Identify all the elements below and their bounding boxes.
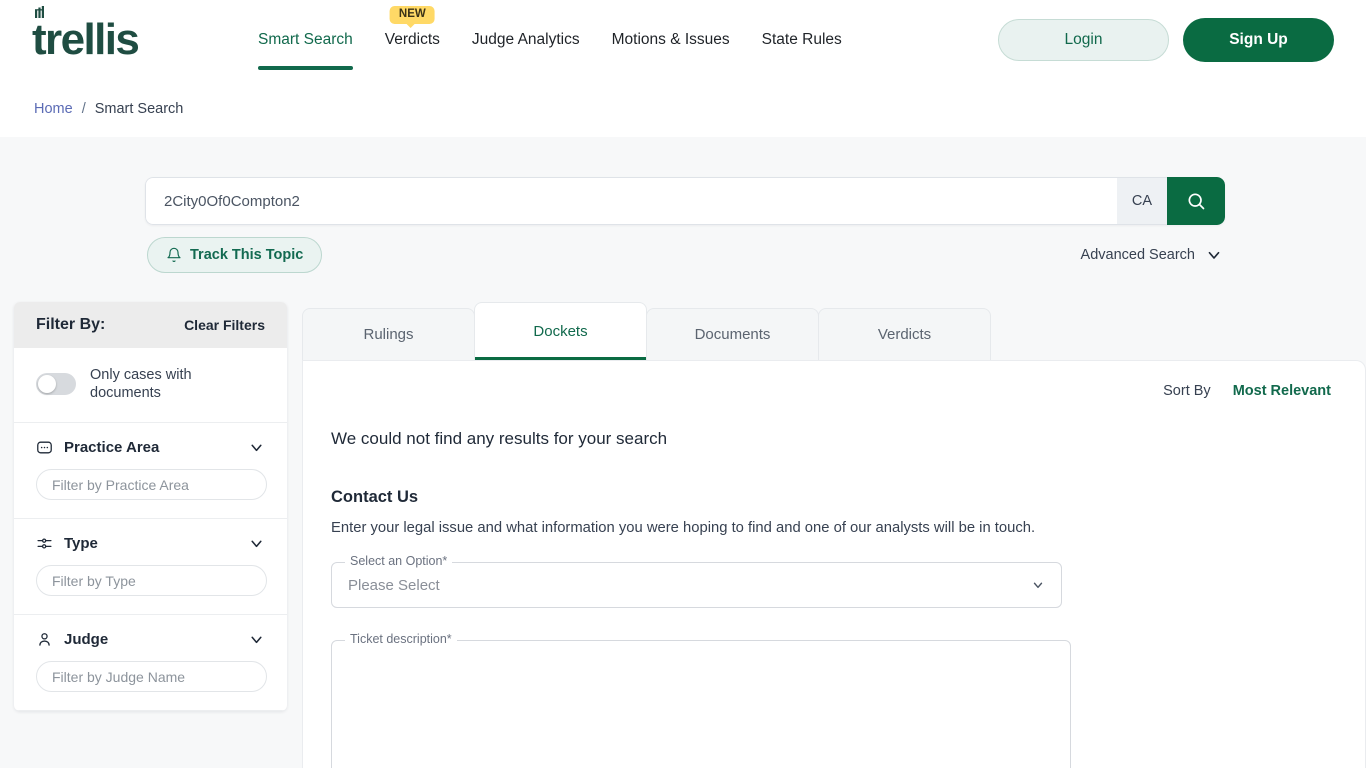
tab-rulings[interactable]: Rulings <box>302 308 475 360</box>
results-panel: Sort By Most Relevant We could not find … <box>302 360 1366 768</box>
header-actions: Login Sign Up <box>998 17 1334 62</box>
nav-label: State Rules <box>761 30 842 48</box>
breadcrumb-home[interactable]: Home <box>34 101 73 117</box>
signup-button[interactable]: Sign Up <box>1183 17 1334 62</box>
tab-dockets[interactable]: Dockets <box>474 302 647 360</box>
filter-judge-input[interactable] <box>36 661 267 693</box>
track-topic-label: Track This Topic <box>190 247 304 263</box>
filter-section-name: Judge <box>64 631 109 649</box>
tab-label: Rulings <box>363 326 414 343</box>
chevron-down-icon <box>248 439 265 456</box>
filters-title: Filter By: <box>36 316 106 333</box>
main-navigation: Smart Search NEW Verdicts Judge Analytic… <box>242 0 858 80</box>
filters-sidebar: Filter By: Clear Filters Only cases with… <box>14 302 287 712</box>
clear-filters-button[interactable]: Clear Filters <box>184 317 265 333</box>
nav-item-state-rules[interactable]: State Rules <box>746 0 858 80</box>
search-bar: CA <box>145 177 1225 225</box>
only-cases-with-documents-row: Only cases with documents <box>14 348 287 424</box>
ticket-description-input[interactable] <box>331 640 1071 768</box>
new-badge: NEW <box>389 5 435 29</box>
advanced-search-label: Advanced Search <box>1080 247 1195 263</box>
nav-label: Smart Search <box>258 30 353 48</box>
filter-section-judge-header[interactable]: Judge <box>36 631 265 648</box>
filter-section-practice-area-header[interactable]: Practice Area <box>36 439 265 456</box>
select-option-field: Select an Option* Please Select <box>331 554 1337 608</box>
contact-us-description: Enter your legal issue and what informat… <box>331 520 1036 536</box>
filter-section-type-header[interactable]: Type <box>36 535 265 552</box>
chevron-down-icon <box>1031 578 1045 592</box>
search-button[interactable] <box>1167 177 1225 225</box>
filters-header: Filter By: Clear Filters <box>14 302 287 348</box>
login-button[interactable]: Login <box>998 18 1169 61</box>
ticket-description-field: Ticket description* <box>331 632 1337 768</box>
body-area: Rulings Dockets Documents Verdicts Sort … <box>0 302 1366 768</box>
chevron-down-icon <box>248 535 265 552</box>
nav-item-smart-search[interactable]: Smart Search <box>242 0 369 80</box>
chat-dots-icon <box>36 439 53 456</box>
filter-practice-area-input[interactable] <box>36 469 267 501</box>
filter-section-practice-area: Practice Area <box>14 423 287 520</box>
logo-text: trellis <box>32 5 140 62</box>
filter-section-name: Practice Area <box>64 439 160 457</box>
logo[interactable]: trellis <box>32 5 242 62</box>
select-option-value: Please Select <box>348 576 440 594</box>
nav-label: Verdicts <box>384 30 440 48</box>
sort-by-value[interactable]: Most Relevant <box>1233 383 1331 399</box>
filter-type-input[interactable] <box>36 565 267 597</box>
tab-label: Verdicts <box>877 326 932 343</box>
nav-item-judge-analytics[interactable]: Judge Analytics <box>456 0 596 80</box>
nav-item-motions-issues[interactable]: Motions & Issues <box>596 0 746 80</box>
search-band: CA Track This Topic Advanced Search <box>0 137 1366 302</box>
app-header: trellis Smart Search NEW Verdicts Judge … <box>0 0 1366 80</box>
no-results-message: We could not find any results for your s… <box>331 429 668 448</box>
filter-section-type: Type <box>14 519 287 616</box>
breadcrumb-current: Smart Search <box>94 100 184 117</box>
advanced-search-toggle[interactable]: Advanced Search <box>1081 246 1223 264</box>
tab-verdicts[interactable]: Verdicts <box>818 308 991 360</box>
chevron-down-icon <box>248 631 265 648</box>
contact-us-heading: Contact Us <box>331 488 419 506</box>
only-cases-with-documents-label: Only cases with documents <box>90 367 192 402</box>
nav-label: Judge Analytics <box>471 30 580 48</box>
person-icon <box>36 631 53 648</box>
trellis-grid-icon <box>35 5 47 18</box>
nav-label: Motions & Issues <box>611 30 730 48</box>
sliders-icon <box>36 535 53 552</box>
result-tabs: Rulings Dockets Documents Verdicts <box>302 302 991 360</box>
select-option-dropdown[interactable]: Please Select <box>331 562 1062 608</box>
tab-documents[interactable]: Documents <box>646 308 819 360</box>
only-cases-with-documents-toggle[interactable] <box>36 373 76 396</box>
filter-section-name: Type <box>64 535 98 553</box>
search-input[interactable] <box>145 177 1117 225</box>
breadcrumb-separator: / <box>81 100 86 117</box>
sort-by-label: Sort By <box>1163 383 1211 399</box>
breadcrumb: Home / Smart Search <box>0 80 1366 137</box>
tab-label: Documents <box>694 326 771 343</box>
track-topic-button[interactable]: Track This Topic <box>147 237 323 273</box>
chevron-down-icon <box>1205 246 1223 264</box>
toggle-knob <box>38 375 56 394</box>
search-actions-row: Track This Topic Advanced Search <box>147 237 1223 273</box>
sort-controls: Sort By Most Relevant <box>331 383 1337 399</box>
filter-section-judge: Judge <box>14 615 287 712</box>
magnifier-icon <box>1186 191 1206 211</box>
state-selector[interactable]: CA <box>1117 177 1167 225</box>
tab-label: Dockets <box>533 323 588 340</box>
nav-item-verdicts[interactable]: NEW Verdicts <box>369 0 456 80</box>
bell-icon <box>166 247 182 263</box>
